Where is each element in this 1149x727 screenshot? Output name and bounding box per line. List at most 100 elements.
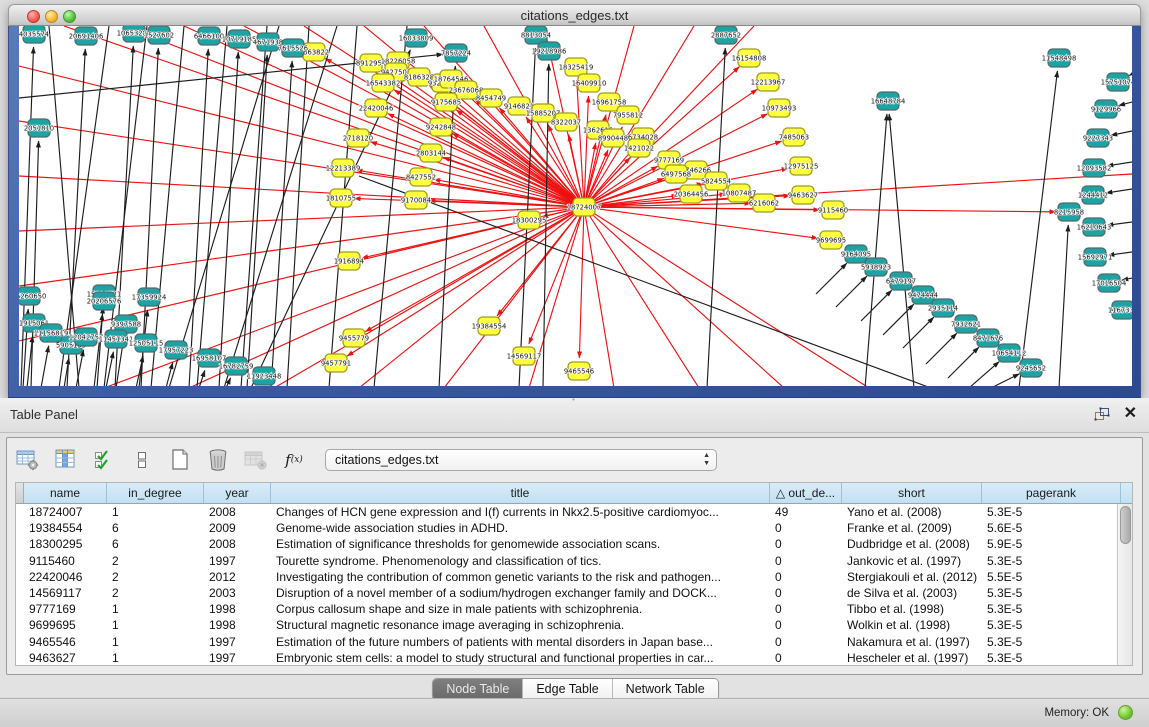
table-body[interactable]: 1872400712008Changes of HCN gene express… <box>16 504 1117 665</box>
graph-node[interactable]: 2887652 <box>711 26 741 44</box>
graph-node[interactable]: 9699695 <box>816 231 846 249</box>
graph-node[interactable]: 8322037 <box>551 113 581 131</box>
table-columns-icon[interactable] <box>53 447 79 473</box>
graph-node[interactable]: 17359924 <box>132 288 167 306</box>
graph-node[interactable]: 7932621 <box>951 315 981 333</box>
graph-node[interactable]: 9465546 <box>564 362 594 380</box>
table-selector-dropdown[interactable]: citations_edges.txt ▲▼ <box>325 449 717 471</box>
graph-node[interactable]: 9463627 <box>788 186 818 204</box>
graph-node[interactable]: 16154808 <box>732 49 767 67</box>
function-icon[interactable]: f(x) <box>281 447 307 473</box>
graph-node[interactable]: 1916894 <box>334 252 364 270</box>
graph-node[interactable]: 16210643 <box>1077 218 1112 236</box>
table-row[interactable]: 946554611997Estimation of the future num… <box>16 634 1117 650</box>
cell-title: Embryonic stem cells: a model to study s… <box>271 650 770 665</box>
tab-edge-table[interactable]: Edge Table <box>523 679 612 700</box>
graph-node[interactable]: 16033809 <box>399 29 434 47</box>
column-header-pagerank[interactable]: pagerank <box>982 483 1121 503</box>
float-panel-icon[interactable] <box>1094 407 1110 422</box>
graph-node[interactable]: 8471676 <box>973 329 1003 347</box>
graph-node[interactable]: 7857224 <box>441 44 471 62</box>
graph-node[interactable]: 14569117 <box>507 347 542 365</box>
graph-node[interactable]: 15692971 <box>1078 248 1113 266</box>
graph-node[interactable]: 5824554 <box>701 172 731 190</box>
graph-node[interactable]: 19218986 <box>532 42 567 60</box>
graph-node[interactable]: 19384554 <box>472 317 507 335</box>
vertical-scrollbar[interactable] <box>1117 504 1132 665</box>
graph-node[interactable]: 8454749 <box>476 89 506 107</box>
column-header-title[interactable]: title <box>271 483 770 503</box>
graph-node[interactable]: 5938923 <box>861 258 891 276</box>
scrollbar-thumb[interactable] <box>1120 506 1131 544</box>
graph-node[interactable]: 25260650 <box>19 287 46 305</box>
graph-node[interactable]: 2718120 <box>343 129 373 147</box>
graph-node[interactable]: 9242848 <box>426 118 456 136</box>
table-row[interactable]: 2242004622012Investigating the contribut… <box>16 569 1117 585</box>
graph-node[interactable]: 12213389 <box>326 159 361 177</box>
table-row[interactable]: 1872400712008Changes of HCN gene express… <box>16 504 1117 520</box>
table-row[interactable]: 969969511998Structural magnetic resonanc… <box>16 617 1117 633</box>
svg-text:25260650: 25260650 <box>19 292 46 300</box>
table-row[interactable]: 977716911998Corpus callosum shape and si… <box>16 601 1117 617</box>
graph-node[interactable]: 7955812 <box>613 106 643 124</box>
graph-node[interactable]: 12975125 <box>784 157 819 175</box>
close-panel-icon[interactable]: ✕ <box>1124 406 1137 422</box>
graph-node[interactable]: 1421022 <box>624 139 654 157</box>
graph-node[interactable]: 8427552 <box>406 168 436 186</box>
table-row[interactable]: 911546021997Tourette syndrome. Phenomeno… <box>16 553 1117 569</box>
graph-node[interactable]: 1527602 <box>144 26 174 44</box>
table-row[interactable]: 1830029562008Estimation of significance … <box>16 536 1117 552</box>
graph-node[interactable]: 9227343 <box>1083 129 1113 147</box>
tab-node-table[interactable]: Node Table <box>433 679 523 700</box>
graph-node[interactable]: 9457791 <box>321 354 351 372</box>
graph-node[interactable]: 12093582 <box>1077 159 1112 177</box>
graph-node[interactable]: 11548498 <box>1042 49 1077 67</box>
graph-node[interactable]: 18325419 <box>559 58 594 76</box>
graph-node[interactable]: 16648784 <box>871 92 906 110</box>
graph-node[interactable]: 9170084 <box>401 191 431 209</box>
table-row[interactable]: 1938455462009Genome-wide association stu… <box>16 520 1117 536</box>
table-settings-icon[interactable] <box>15 447 41 473</box>
graph-node[interactable]: 4035574 <box>19 26 49 43</box>
cell-name: 18300295 <box>24 536 107 552</box>
row-height-icon[interactable] <box>129 447 155 473</box>
graph-node[interactable]: 1167331 <box>1108 301 1132 319</box>
graph-node[interactable]: 1244412 <box>1078 186 1108 204</box>
table-row[interactable]: 946362711997Embryonic stem cells: a mode… <box>16 650 1117 665</box>
network-canvas[interactable]: 1872400789129541822605894275031654338281… <box>19 26 1132 386</box>
graph-node[interactable]: 1810755 <box>326 189 356 207</box>
select-rows-icon[interactable] <box>91 447 117 473</box>
cell-year: 2012 <box>204 569 271 585</box>
graph-node[interactable]: 9245652 <box>1016 359 1046 377</box>
table-row[interactable]: 1456911722003Disruption of a novel membe… <box>16 585 1117 601</box>
delete-table-icon[interactable] <box>205 447 231 473</box>
tab-network-table[interactable]: Network Table <box>613 679 718 700</box>
graph-node[interactable]: 6497568 <box>661 165 691 183</box>
graph-node[interactable]: 6479197 <box>886 272 916 290</box>
graph-node[interactable]: 2935114 <box>928 299 958 317</box>
column-header-year[interactable]: year <box>204 483 271 503</box>
graph-node[interactable]: 2051810 <box>24 119 54 137</box>
graph-node[interactable]: 7615526 <box>278 39 308 57</box>
graph-node[interactable]: 7485063 <box>779 128 809 146</box>
column-header-short[interactable]: short <box>842 483 982 503</box>
graph-node[interactable]: 17016504 <box>1092 274 1127 292</box>
graph-node[interactable]: 8215958 <box>1054 203 1084 221</box>
new-table-icon[interactable] <box>167 447 193 473</box>
graph-node[interactable]: 6216062 <box>749 194 779 212</box>
splitter-grip[interactable]: • <box>566 399 582 403</box>
column-header-name[interactable]: name <box>24 483 107 503</box>
graph-node[interactable]: 9115460 <box>818 201 848 219</box>
graph-node[interactable]: 8813054 <box>521 26 551 44</box>
window-titlebar[interactable]: citations_edges.txt <box>8 4 1141 26</box>
graph-node[interactable]: 9175685 <box>431 93 461 111</box>
graph-node[interactable]: 9455779 <box>339 329 369 347</box>
graph-node[interactable]: 15751074 <box>1101 73 1132 91</box>
svg-text:17359924: 17359924 <box>132 293 167 301</box>
graph-node[interactable]: 12213967 <box>751 73 786 91</box>
column-header-out_de[interactable]: △ out_de... <box>770 483 842 503</box>
column-header-in_degree[interactable]: in_degree <box>107 483 204 503</box>
graph-node[interactable]: 9129966 <box>1091 100 1121 118</box>
graph-node[interactable]: 6466100 <box>194 27 224 45</box>
graph-node[interactable]: 2803144 <box>416 144 446 162</box>
